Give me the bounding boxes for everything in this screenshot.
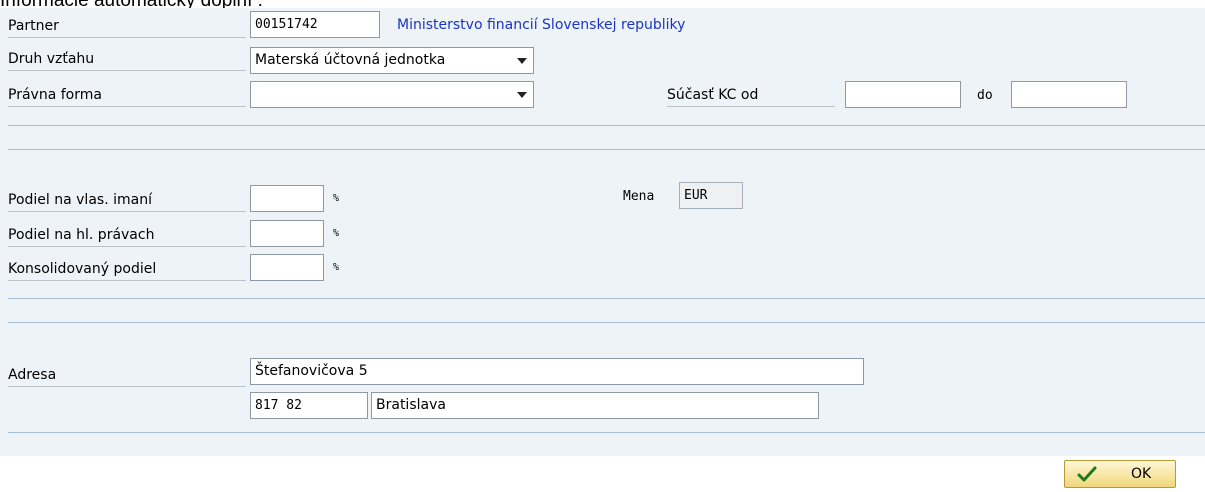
voting-share-field[interactable] (250, 220, 324, 247)
section-divider (8, 432, 1205, 433)
currency-field: EUR (679, 182, 743, 209)
consolidation-to-label: do (977, 88, 993, 103)
relationship-label: Druh vzťahu (8, 49, 246, 71)
street-field[interactable]: Štefanovičova 5 (250, 358, 864, 385)
section-divider (8, 149, 1205, 150)
relationship-dropdown[interactable]: Materská účtovná jednotka (250, 47, 534, 74)
percent-sign: % (333, 193, 340, 204)
percent-sign: % (333, 262, 340, 273)
percent-sign: % (333, 228, 340, 239)
section-divider (8, 322, 1205, 323)
chevron-down-icon[interactable] (517, 58, 527, 64)
form-panel: Partner 00151742 Ministerstvo financií S… (0, 8, 1205, 456)
ok-button-label: OK (1131, 466, 1152, 482)
chevron-down-icon[interactable] (517, 92, 527, 98)
equity-share-field[interactable] (250, 185, 324, 212)
consolidation-to-field[interactable] (1011, 81, 1127, 108)
section-divider (8, 298, 1205, 299)
partner-name-link[interactable]: Ministerstvo financií Slovenskej republi… (397, 15, 685, 36)
city-field[interactable]: Bratislava (371, 392, 819, 419)
ok-button[interactable]: OK (1064, 460, 1176, 488)
consolidated-share-field[interactable] (250, 254, 324, 281)
legal-form-label: Právna forma (8, 85, 246, 107)
section-divider (8, 125, 1205, 126)
consolidated-share-label: Konsolidovaný podiel (8, 259, 246, 281)
partner-field[interactable]: 00151742 (250, 11, 380, 38)
legal-form-dropdown[interactable] (250, 81, 534, 108)
relationship-value: Materská účtovná jednotka (255, 52, 446, 68)
voting-share-label: Podiel na hl. právach (8, 225, 246, 247)
address-label: Adresa (8, 365, 246, 387)
currency-label: Mena (623, 189, 655, 204)
partner-label: Partner (8, 16, 246, 38)
checkmark-icon (1077, 465, 1097, 483)
equity-share-label: Podiel na vlas. imaní (8, 190, 246, 212)
consolidation-from-label: Súčasť KC od (667, 85, 835, 107)
postal-code-field[interactable]: 817 82 (250, 392, 368, 419)
consolidation-from-field[interactable] (845, 81, 961, 108)
